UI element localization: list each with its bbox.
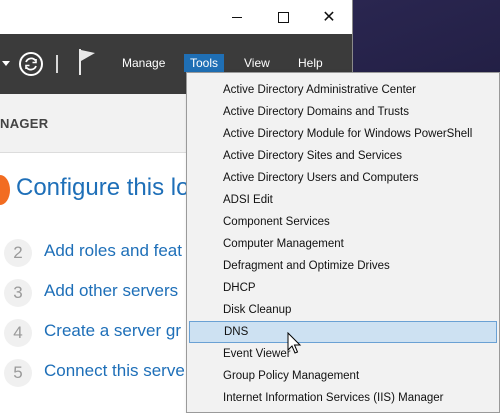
tools-menu-item[interactable]: Active Directory Module for Windows Powe… [189, 123, 497, 145]
menu-tools[interactable]: Tools [184, 54, 225, 72]
tools-menu-item[interactable]: Active Directory Domains and Trusts [189, 101, 497, 123]
step-link[interactable]: Create a server gr [44, 321, 181, 341]
tools-menu-item[interactable]: DHCP [189, 277, 497, 299]
minimize-icon [232, 16, 242, 18]
tools-menu-item[interactable]: Computer Management [189, 233, 497, 255]
tools-dropdown-menu: Active Directory Administrative Center A… [186, 72, 500, 413]
tools-menu-item[interactable]: Active Directory Administrative Center [189, 79, 497, 101]
menu-view[interactable]: View [238, 54, 276, 72]
minimize-button[interactable] [214, 0, 260, 34]
step-link[interactable]: Add other servers [44, 281, 178, 301]
tools-menu-item[interactable]: Internet Information Services (IIS) Mana… [189, 387, 497, 409]
menu-help[interactable]: Help [292, 54, 329, 72]
title-bar: ✕ [0, 0, 352, 34]
step-number: 5 [4, 359, 32, 387]
step-number: 3 [4, 279, 32, 307]
close-button[interactable]: ✕ [306, 0, 352, 34]
tools-menu-item[interactable]: Active Directory Users and Computers [189, 167, 497, 189]
dropdown-caret-icon[interactable] [2, 61, 10, 66]
menu-manage[interactable]: Manage [116, 54, 171, 72]
tools-menu-item[interactable]: Event Viewer [189, 343, 497, 365]
refresh-icon[interactable] [18, 51, 44, 77]
tools-menu-item[interactable]: Group Policy Management [189, 365, 497, 387]
step-link[interactable]: Add roles and feat [44, 241, 182, 261]
tools-menu-item[interactable]: Active Directory Sites and Services [189, 145, 497, 167]
tools-menu-item[interactable]: ADSI Edit [189, 189, 497, 211]
tools-menu-item-dns[interactable]: DNS [189, 321, 497, 343]
step-link[interactable]: Connect this serve [44, 361, 185, 381]
tools-menu-item[interactable]: Defragment and Optimize Drives [189, 255, 497, 277]
tools-menu-item[interactable]: Disk Cleanup [189, 299, 497, 321]
notifications-flag-icon[interactable] [76, 47, 98, 77]
toolbar-separator [56, 55, 58, 73]
step-number: 4 [4, 319, 32, 347]
configure-step-marker [0, 175, 10, 205]
page-title: NAGER [0, 116, 49, 131]
configure-title-link[interactable]: Configure this lo [16, 174, 189, 202]
maximize-button[interactable] [260, 0, 306, 34]
tools-menu-item[interactable]: Component Services [189, 211, 497, 233]
close-icon: ✕ [322, 7, 336, 26]
step-number: 2 [4, 239, 32, 267]
maximize-icon [277, 11, 289, 23]
mouse-pointer-icon [287, 332, 302, 354]
